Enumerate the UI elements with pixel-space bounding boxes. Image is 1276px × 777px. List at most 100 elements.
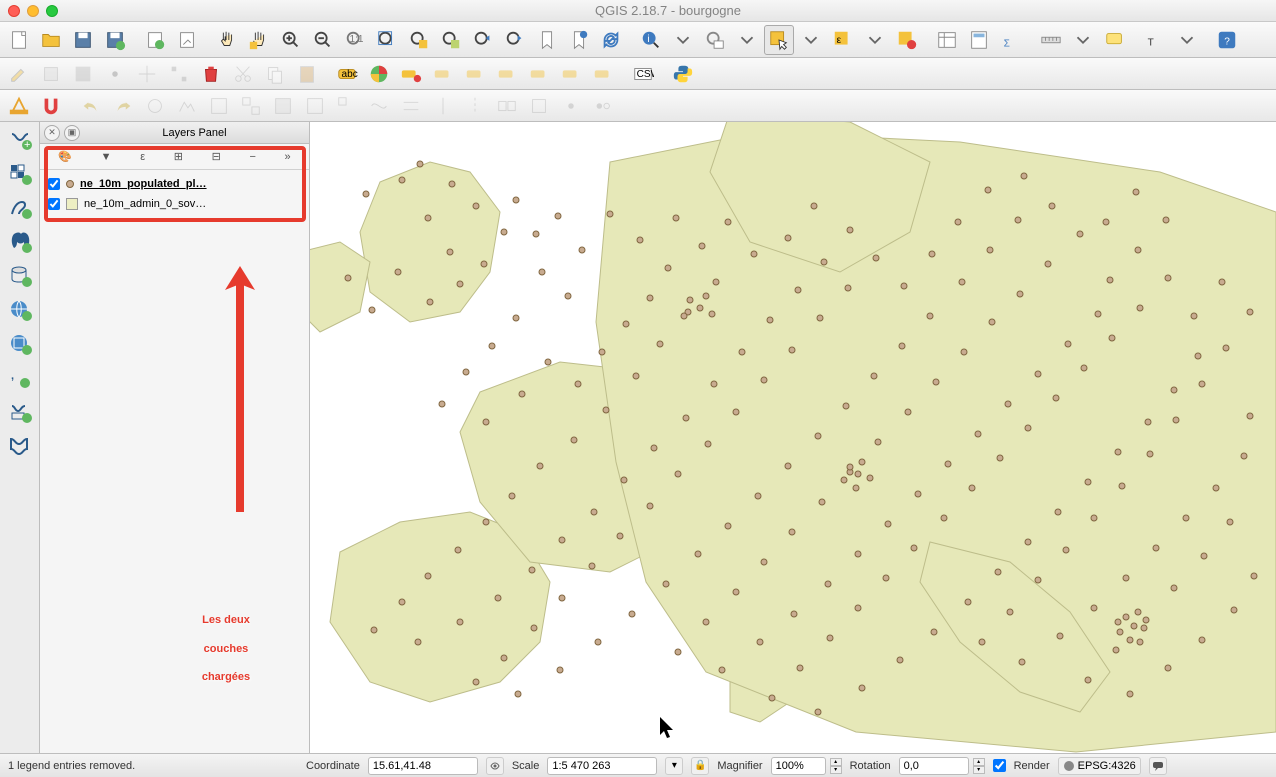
layer-name[interactable]: ne_10m_admin_0_sov… (84, 198, 301, 210)
pan-button[interactable] (212, 25, 242, 55)
filter-by-expression-button[interactable]: ε (140, 151, 145, 163)
style-preset-button[interactable]: 🎨 (58, 150, 72, 163)
merge-features-button[interactable] (492, 91, 522, 121)
magnifier-down[interactable]: ▾ (830, 766, 842, 774)
annotation-dropdown[interactable] (1172, 25, 1202, 55)
measure-line-button[interactable] (1036, 25, 1066, 55)
paste-features-button[interactable] (292, 59, 322, 89)
render-checkbox[interactable] (993, 759, 1006, 772)
rotation-down[interactable]: ▾ (973, 766, 985, 774)
diagram-button[interactable] (364, 59, 394, 89)
save-project-button[interactable] (68, 25, 98, 55)
show-labels-button[interactable] (492, 59, 522, 89)
merge-attrs-button[interactable] (524, 91, 554, 121)
save-as-button[interactable] (100, 25, 130, 55)
label-button[interactable]: abc (332, 59, 362, 89)
move-label-button[interactable] (524, 59, 554, 89)
add-wcs-layer-button[interactable] (4, 330, 36, 358)
enable-snapping-button[interactable] (36, 91, 66, 121)
zoom-last-button[interactable] (468, 25, 498, 55)
measure-dropdown[interactable] (1068, 25, 1098, 55)
add-raster-layer-button[interactable] (4, 160, 36, 188)
composer-manager-button[interactable] (172, 25, 202, 55)
new-composer-button[interactable] (140, 25, 170, 55)
add-virtual-layer-button[interactable] (4, 398, 36, 426)
reshape-button[interactable] (364, 91, 394, 121)
toggle-editing-button[interactable] (4, 59, 34, 89)
lock-scale-button[interactable]: 🔒 (691, 757, 709, 775)
more-options-button[interactable]: » (285, 151, 291, 163)
delete-ring-button[interactable] (300, 91, 330, 121)
filter-legend-button[interactable]: ▼ (101, 151, 112, 163)
text-annotation-button[interactable]: T (1140, 25, 1170, 55)
delete-part-button[interactable] (332, 91, 362, 121)
rotation-input[interactable] (899, 757, 969, 775)
show-bookmarks-button[interactable] (564, 25, 594, 55)
scale-dropdown[interactable]: ▾ (665, 757, 683, 775)
map-tips-button[interactable] (1100, 25, 1130, 55)
select-button[interactable] (764, 25, 794, 55)
node-tool-button[interactable] (164, 59, 194, 89)
offset-point-button[interactable] (588, 91, 618, 121)
zoom-to-layer-button[interactable] (436, 25, 466, 55)
messages-button[interactable] (1149, 757, 1167, 775)
save-edits-button[interactable] (68, 59, 98, 89)
csw-button[interactable]: CSW (628, 59, 658, 89)
split-parts-button[interactable] (460, 91, 490, 121)
python-console-button[interactable] (668, 59, 698, 89)
redo-button[interactable] (108, 91, 138, 121)
scale-input[interactable] (547, 757, 657, 775)
select-expression-button[interactable]: ε (828, 25, 858, 55)
map-canvas[interactable] (310, 122, 1276, 753)
open-table-dropdown[interactable] (732, 25, 762, 55)
pan-to-selection-button[interactable] (244, 25, 274, 55)
add-wms-layer-button[interactable] (4, 296, 36, 324)
add-spatialite-layer2-button[interactable] (4, 262, 36, 290)
simplify-feature-button[interactable] (172, 91, 202, 121)
help-button[interactable]: ? (1212, 25, 1242, 55)
field-calc-button[interactable] (964, 25, 994, 55)
layer-visibility-checkbox[interactable] (48, 198, 60, 210)
rotate-feature-button[interactable] (140, 91, 170, 121)
attributes-table-button[interactable] (932, 25, 962, 55)
add-feature-button[interactable] (100, 59, 130, 89)
rotation-up[interactable]: ▴ (973, 758, 985, 766)
add-delimited-text-button[interactable]: , (4, 364, 36, 392)
cad-tools-button[interactable] (4, 91, 34, 121)
copy-features-button[interactable] (260, 59, 290, 89)
layer-name[interactable]: ne_10m_populated_pl… (80, 178, 301, 190)
edits-button[interactable] (36, 59, 66, 89)
remove-layer-button[interactable]: − (249, 151, 255, 163)
rotate-label-button[interactable] (556, 59, 586, 89)
layer-row[interactable]: ne_10m_admin_0_sov… (40, 194, 309, 214)
select-expr-dropdown[interactable] (860, 25, 890, 55)
select-dropdown[interactable] (796, 25, 826, 55)
new-shapefile-button[interactable] (4, 432, 36, 460)
highlight-labels-button[interactable] (428, 59, 458, 89)
crs-button[interactable]: EPSG:4326 (1058, 757, 1141, 775)
new-bookmark-button[interactable] (532, 25, 562, 55)
zoom-full-button[interactable] (372, 25, 402, 55)
refresh-button[interactable] (596, 25, 626, 55)
layer-labeling-button[interactable] (396, 59, 426, 89)
rotate-point-button[interactable] (556, 91, 586, 121)
open-project-button[interactable] (36, 25, 66, 55)
close-panel-button[interactable]: ✕ (44, 125, 60, 141)
add-part-button[interactable] (236, 91, 266, 121)
delete-selected-button[interactable] (196, 59, 226, 89)
identify-dropdown[interactable] (668, 25, 698, 55)
cut-features-button[interactable] (228, 59, 258, 89)
fill-ring-button[interactable] (268, 91, 298, 121)
add-spatialite-layer-button[interactable] (4, 194, 36, 222)
new-project-button[interactable] (4, 25, 34, 55)
statistics-button[interactable]: Σ (996, 25, 1026, 55)
minimize-window-button[interactable] (27, 5, 39, 17)
zoom-in-button[interactable] (276, 25, 306, 55)
zoom-next-button[interactable] (500, 25, 530, 55)
zoom-native-button[interactable]: 1:1 (340, 25, 370, 55)
close-window-button[interactable] (8, 5, 20, 17)
undo-button[interactable] (76, 91, 106, 121)
expand-all-button[interactable]: ⊞ (174, 150, 183, 163)
magnifier-up[interactable]: ▴ (830, 758, 842, 766)
identify-button[interactable]: i (636, 25, 666, 55)
